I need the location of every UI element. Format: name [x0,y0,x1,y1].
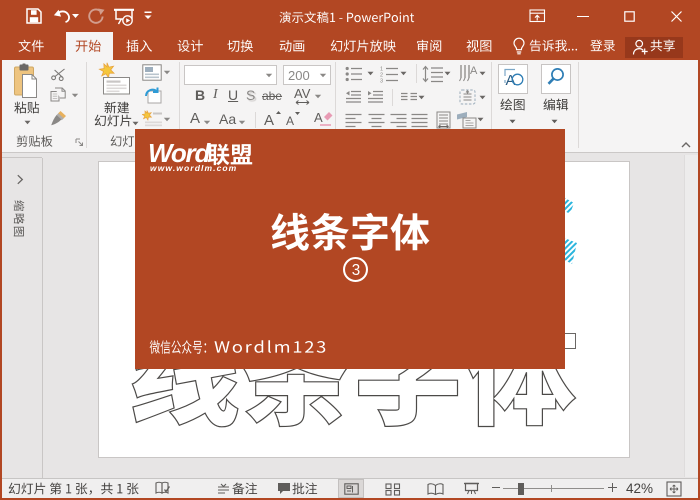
svg-text:AV: AV [294,87,311,101]
svg-text:A: A [286,114,294,128]
svg-text:A: A [314,110,323,125]
svg-text:A: A [264,112,274,128]
svg-text:3: 3 [380,79,383,84]
svg-text:A: A [505,72,515,89]
svg-text:3: 3 [352,262,360,279]
svg-text:A: A [470,65,478,77]
